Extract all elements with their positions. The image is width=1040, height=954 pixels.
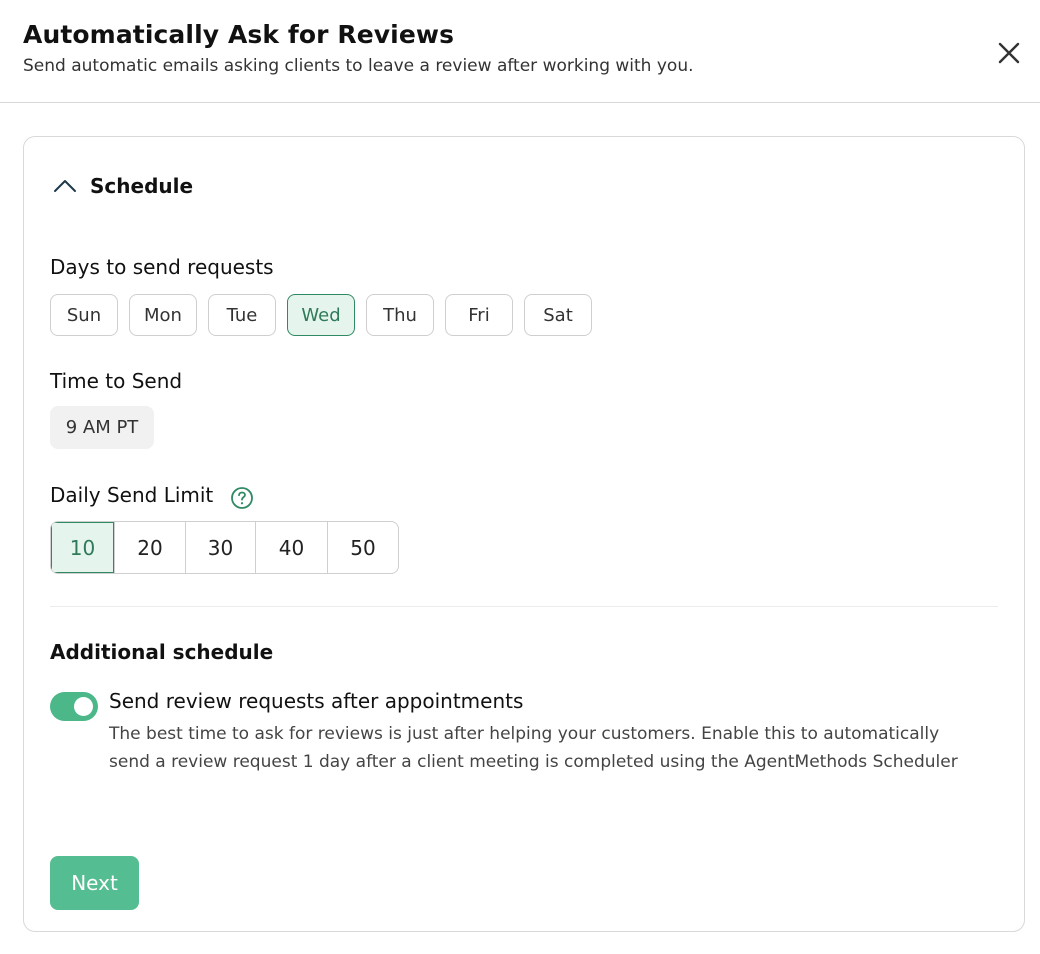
close-button[interactable] — [994, 38, 1024, 68]
time-select[interactable]: 9 AM PT — [50, 406, 154, 449]
settings-card: Schedule Days to send requests Sun Mon T… — [23, 136, 1025, 932]
toggle-description: The best time to ask for reviews is just… — [109, 724, 958, 772]
day-button-tue[interactable]: Tue — [208, 294, 276, 336]
day-button-thu[interactable]: Thu — [366, 294, 434, 336]
day-button-sun[interactable]: Sun — [50, 294, 118, 336]
chevron-up-icon — [54, 180, 76, 192]
next-button[interactable]: Next — [50, 856, 139, 910]
daily-limit-selector: 10 20 30 40 50 — [50, 521, 399, 574]
close-icon — [998, 42, 1020, 64]
days-label: Days to send requests — [50, 255, 274, 279]
schedule-section-toggle[interactable]: Schedule — [52, 173, 193, 199]
limit-option-40[interactable]: 40 — [256, 522, 328, 573]
schedule-section-title: Schedule — [90, 174, 194, 198]
day-button-sat[interactable]: Sat — [524, 294, 592, 336]
day-selector: Sun Mon Tue Wed Thu Fri Sat — [50, 294, 603, 336]
help-icon[interactable] — [230, 486, 254, 510]
limit-option-10[interactable]: 10 — [51, 522, 115, 573]
time-label: Time to Send — [50, 369, 183, 393]
section-divider — [50, 606, 998, 607]
appointment-requests-toggle[interactable] — [50, 692, 98, 721]
toggle-knob — [74, 697, 93, 716]
review-settings-modal: Automatically Ask for Reviews Send autom… — [0, 0, 1040, 954]
limit-option-30[interactable]: 30 — [186, 522, 256, 573]
limit-option-20[interactable]: 20 — [115, 522, 186, 573]
modal-subtitle: Send automatic emails asking clients to … — [23, 56, 694, 76]
limit-option-50[interactable]: 50 — [328, 522, 398, 573]
modal-title: Automatically Ask for Reviews — [23, 20, 455, 49]
additional-schedule-title: Additional schedule — [50, 640, 274, 664]
day-button-mon[interactable]: Mon — [129, 294, 197, 336]
daily-limit-label: Daily Send Limit — [50, 483, 214, 507]
day-button-wed[interactable]: Wed — [287, 294, 355, 336]
toggle-title: Send review requests after appointments — [109, 689, 524, 713]
modal-header: Automatically Ask for Reviews Send autom… — [0, 0, 1040, 103]
day-button-fri[interactable]: Fri — [445, 294, 513, 336]
